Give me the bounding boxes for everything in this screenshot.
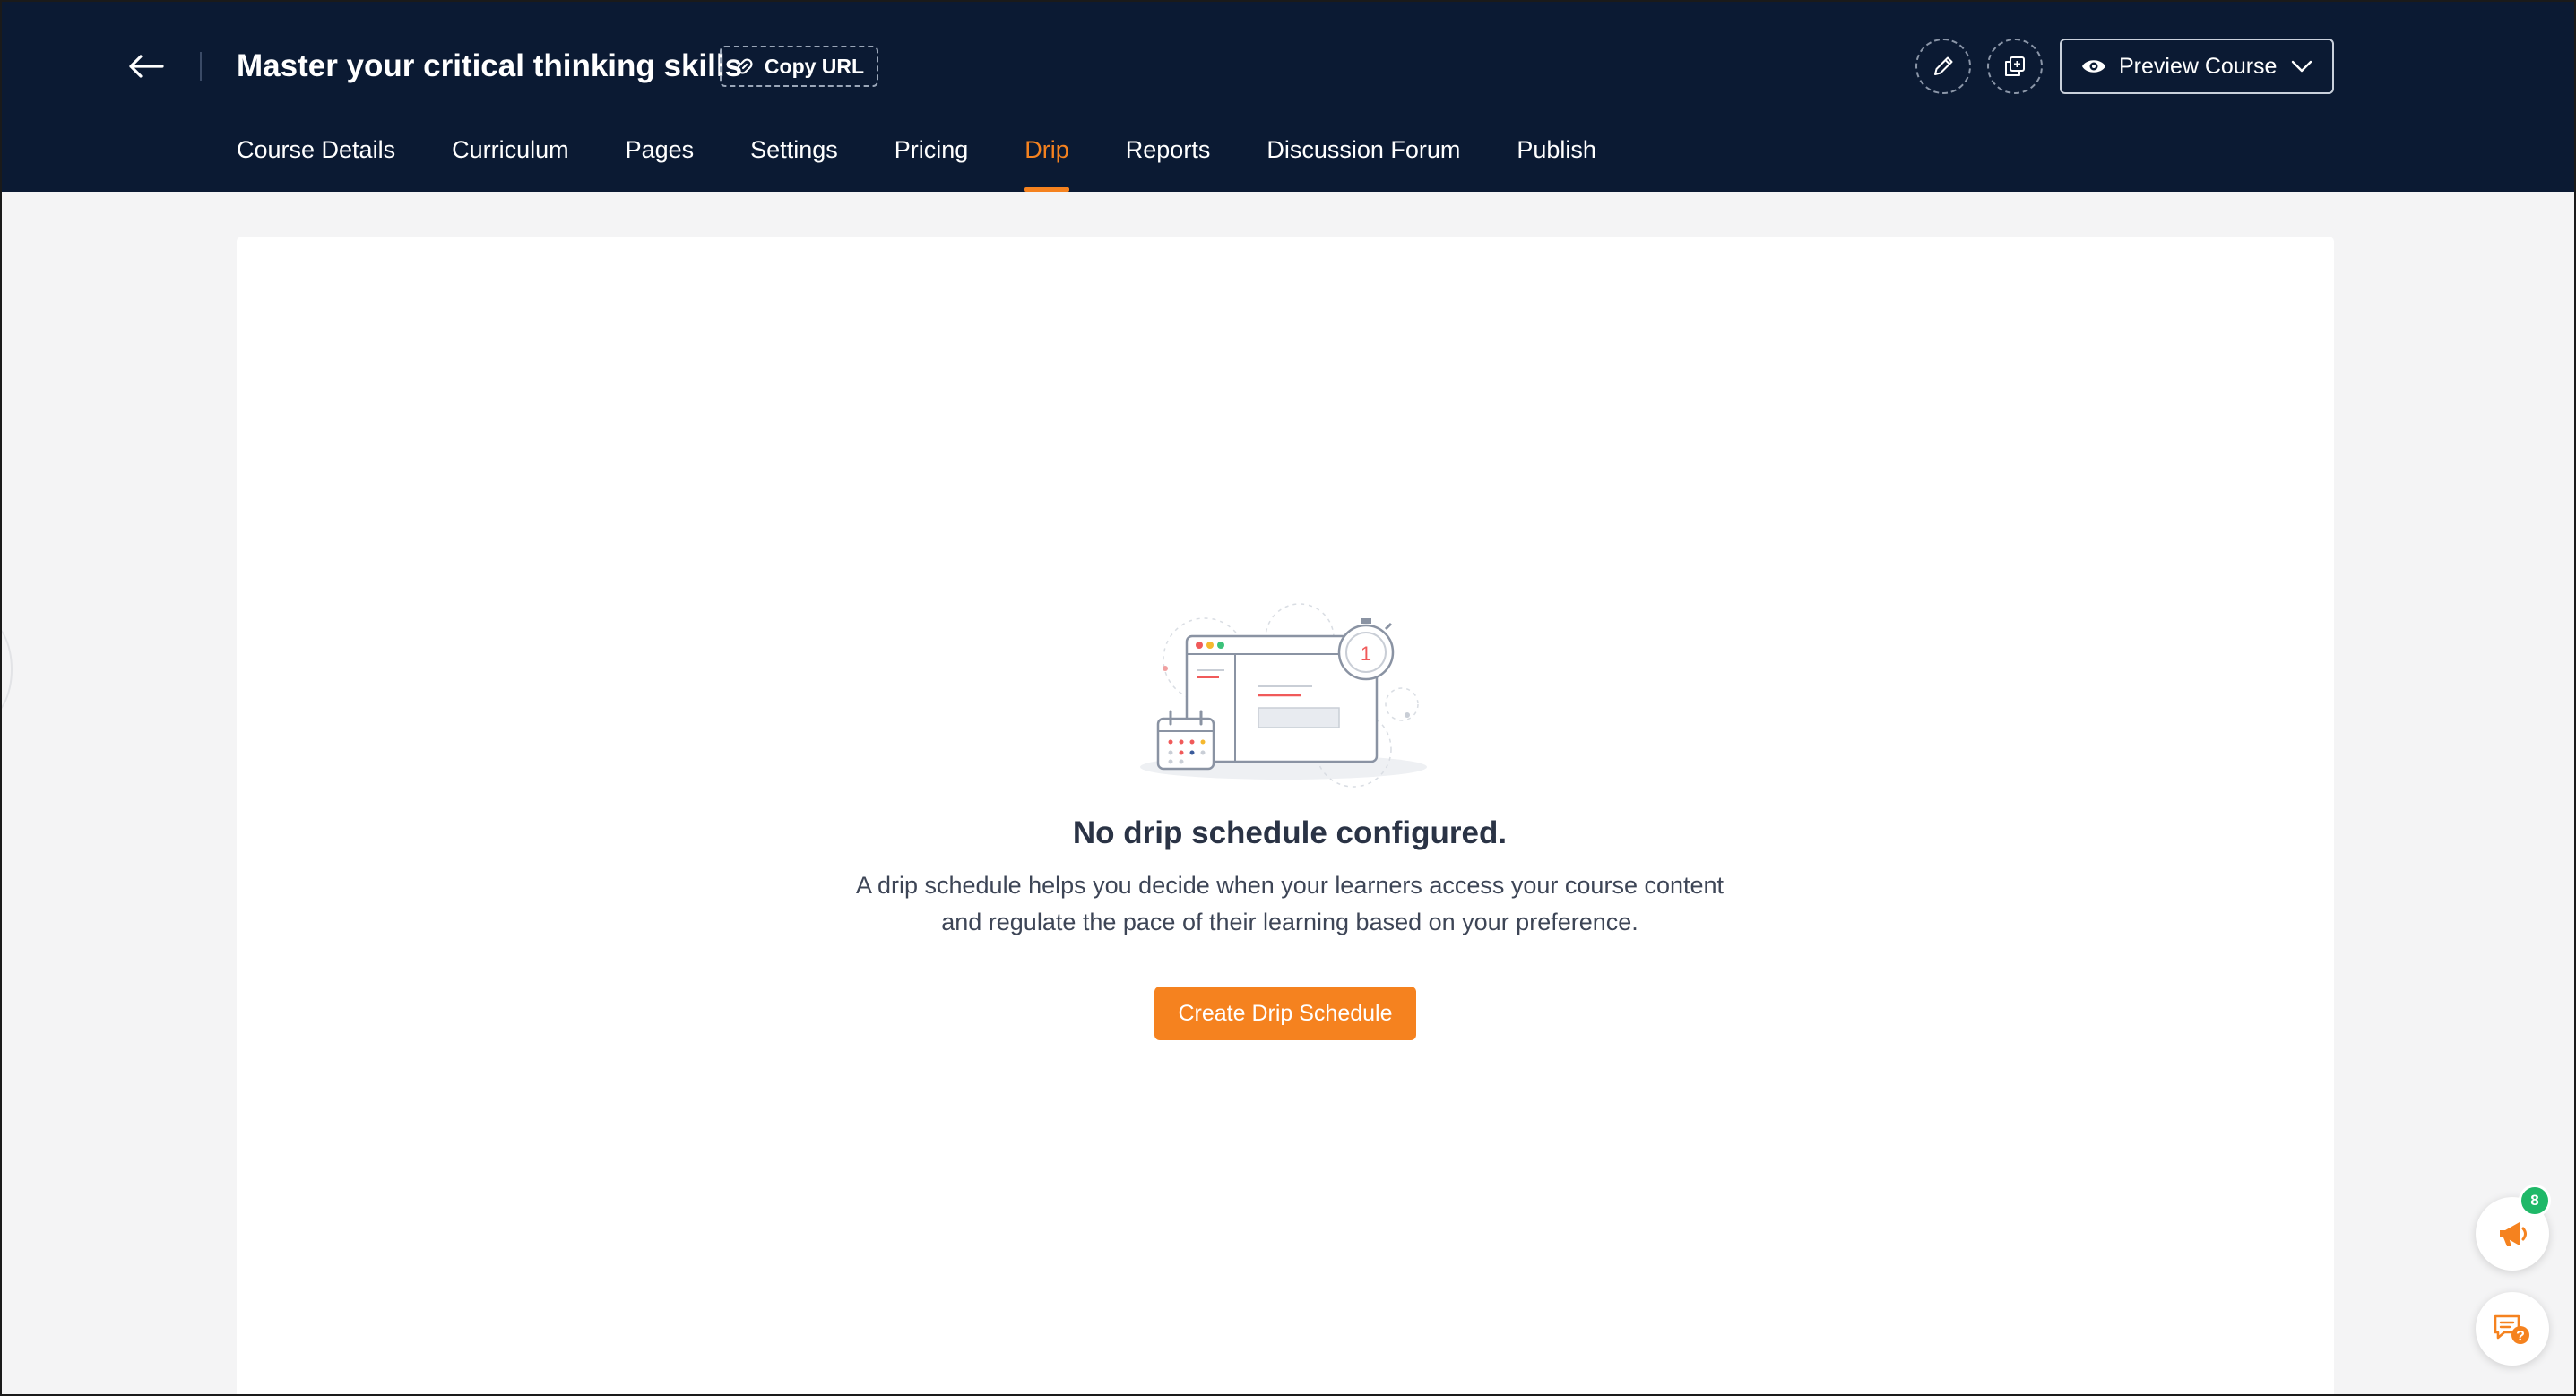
empty-state-description-line-1: A drip schedule helps you decide when yo… xyxy=(855,872,1725,899)
course-header: Master your critical thinking skills Cop… xyxy=(2,2,2574,192)
preview-course-button[interactable]: Preview Course xyxy=(2060,39,2334,94)
tab-drip[interactable]: Drip xyxy=(1024,129,1069,192)
header-divider xyxy=(200,52,202,81)
tab-discussion-forum[interactable]: Discussion Forum xyxy=(1266,129,1460,192)
megaphone-icon xyxy=(2500,1222,2527,1246)
tab-pricing[interactable]: Pricing xyxy=(895,129,969,192)
side-panel-handle[interactable] xyxy=(2,620,13,719)
tab-course-details[interactable]: Course Details xyxy=(237,129,395,192)
timer-number: 1 xyxy=(1361,642,1371,665)
course-tabs: Course Details Curriculum Pages Settings… xyxy=(237,129,1596,192)
create-drip-schedule-button[interactable]: Create Drip Schedule xyxy=(1154,987,1416,1040)
edit-button[interactable] xyxy=(1915,39,1971,94)
tab-settings[interactable]: Settings xyxy=(750,129,838,192)
tab-pages[interactable]: Pages xyxy=(626,129,695,192)
svg-text:?: ? xyxy=(2516,1329,2525,1344)
copy-url-label: Copy URL xyxy=(764,54,865,78)
pencil-icon xyxy=(1934,56,1953,75)
duplicate-button[interactable] xyxy=(1987,39,2043,94)
empty-state-description: A drip schedule helps you decide when yo… xyxy=(842,867,1738,941)
tab-publish[interactable]: Publish xyxy=(1517,129,1596,192)
drip-schedule-illustration: 1 xyxy=(1140,603,1427,788)
chevron-down-icon xyxy=(2291,60,2312,73)
link-icon xyxy=(737,58,753,74)
course-title: Master your critical thinking skills xyxy=(237,48,743,83)
tab-curriculum[interactable]: Curriculum xyxy=(452,129,569,192)
back-button[interactable] xyxy=(124,47,169,86)
app-frame: Master your critical thinking skills Cop… xyxy=(0,0,2576,1396)
copy-url-button[interactable]: Copy URL xyxy=(720,46,878,87)
back-arrow-icon xyxy=(129,55,164,78)
empty-state-title: No drip schedule configured. xyxy=(1072,815,1508,850)
announcements-count-badge: 8 xyxy=(2519,1185,2551,1217)
tab-reports[interactable]: Reports xyxy=(1126,129,1211,192)
preview-course-label: Preview Course xyxy=(2119,53,2278,79)
chat-help-icon: ? xyxy=(2494,1314,2529,1344)
eye-icon xyxy=(2082,60,2105,73)
duplicate-icon xyxy=(2005,56,2025,76)
help-chat-button[interactable]: ? xyxy=(2476,1292,2549,1366)
empty-state-description-line-2: and regulate the pace of their learning … xyxy=(941,909,1638,935)
